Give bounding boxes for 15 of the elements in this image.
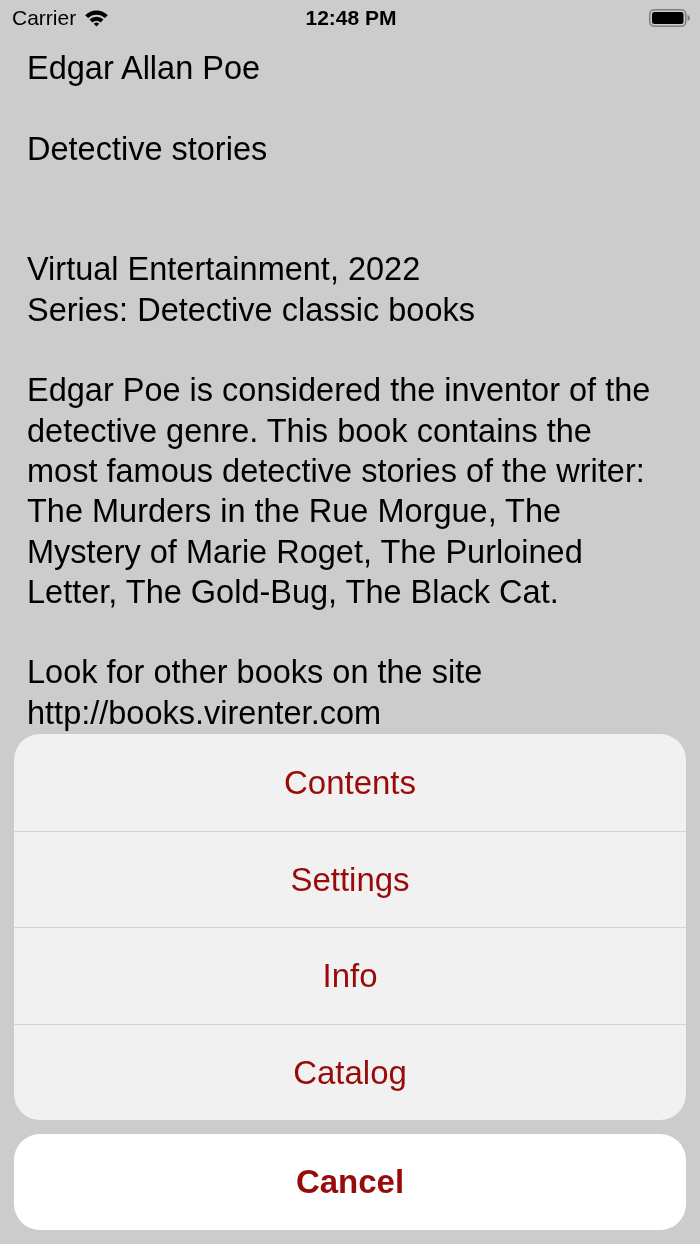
series-text: Series: Detective classic books bbox=[27, 290, 476, 330]
menu-option[interactable]: Contents bbox=[14, 734, 686, 831]
menu-option[interactable]: Catalog bbox=[14, 1023, 686, 1120]
carrier-label: Carrier bbox=[12, 5, 77, 32]
wifi-icon bbox=[84, 9, 110, 27]
status-time: 12:48 PM bbox=[305, 5, 397, 32]
menu-option[interactable]: Info bbox=[14, 927, 686, 1024]
publisher-text: Virtual Entertainment, 2022 bbox=[27, 250, 422, 290]
battery-icon bbox=[649, 9, 690, 27]
description-text: Edgar Poe is considered the inventor of the detective genre. This book contains the most famous detective stories of the writer: The Murders in the Rue Morgue, The Mystery of Marie Roget, The Purloined Letter, The Gold-Bug, The Black Cat. bbox=[27, 371, 652, 612]
cancel-button[interactable]: Cancel bbox=[14, 1134, 686, 1230]
book-author: Edgar Allan Poe bbox=[27, 49, 262, 88]
menu-option[interactable]: Settings bbox=[14, 830, 686, 927]
site-note-text: Look for other books on the site http://books.virenter.com bbox=[27, 653, 484, 733]
book-title: Detective stories bbox=[27, 129, 269, 169]
